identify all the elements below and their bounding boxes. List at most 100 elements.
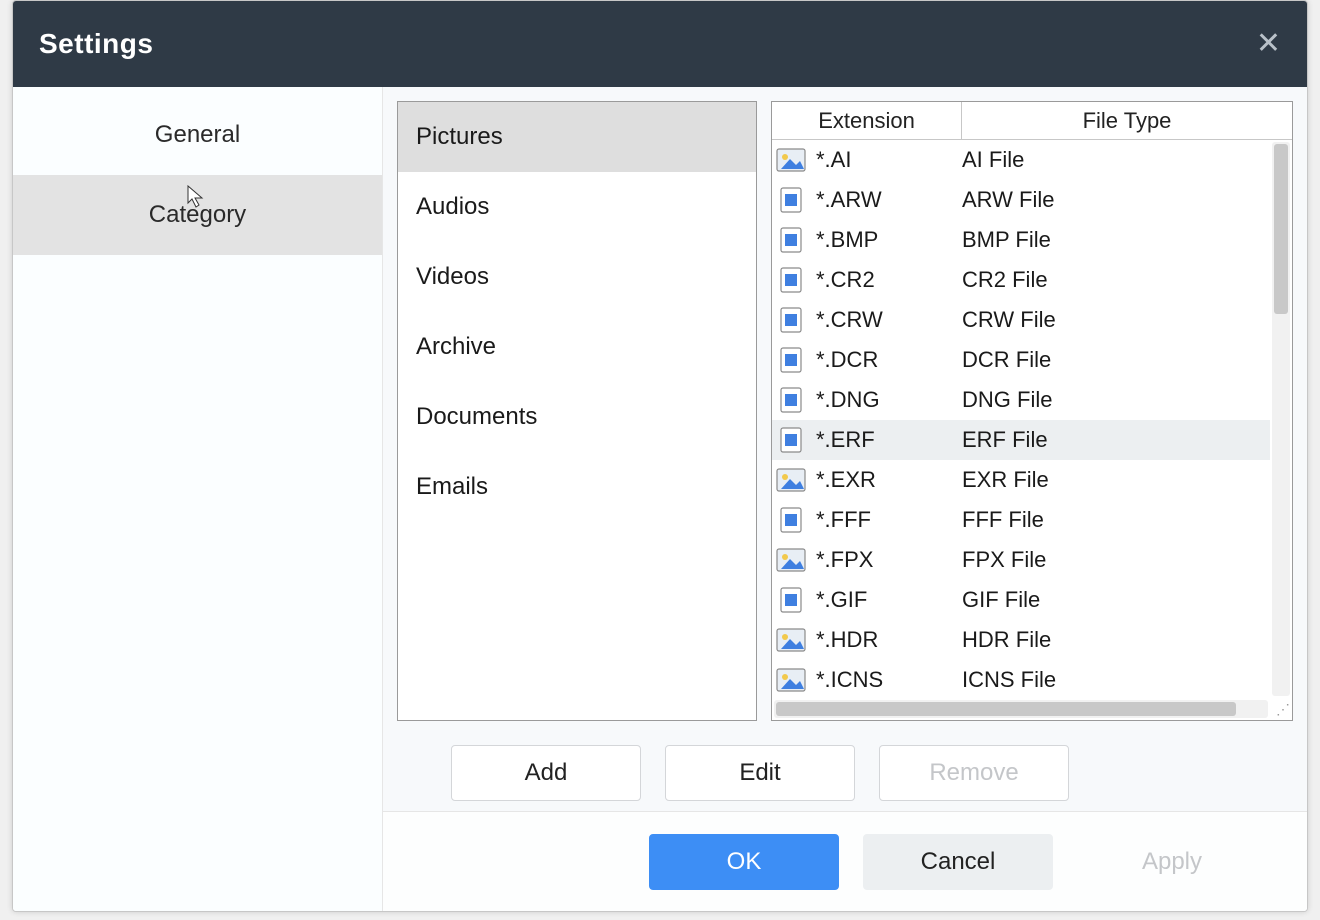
table-row[interactable]: *.FFFFFF File	[772, 500, 1270, 540]
category-item-label: Audios	[416, 193, 489, 221]
apply-button: Apply	[1077, 834, 1267, 890]
header-extension[interactable]: Extension	[772, 102, 962, 139]
extension-cell: *.DNG	[816, 387, 962, 413]
filetype-cell: DCR File	[962, 347, 1270, 373]
table-row[interactable]: *.HDRHDR File	[772, 620, 1270, 660]
filetype-cell: CRW File	[962, 307, 1270, 333]
file-icon	[776, 426, 806, 454]
resize-grip-icon[interactable]: ⋰	[1272, 700, 1290, 718]
table-row[interactable]: *.ARWARW File	[772, 180, 1270, 220]
extension-rows: *.AIAI File*.ARWARW File*.BMPBMP File*.C…	[772, 140, 1270, 698]
file-icon	[776, 266, 806, 294]
category-item[interactable]: Videos	[398, 242, 756, 312]
horizontal-scrollbar[interactable]	[774, 700, 1268, 718]
table-row[interactable]: *.ERFERF File	[772, 420, 1270, 460]
table-row[interactable]: *.GIFGIF File	[772, 580, 1270, 620]
dialog-body: General Category Pictures Audios Videos Arc…	[13, 87, 1307, 911]
sidebar-item-general[interactable]: General	[13, 95, 382, 175]
dialog-title: Settings	[39, 28, 153, 60]
extension-cell: *.FPX	[816, 547, 962, 573]
action-row: Add Edit Remove	[383, 721, 1307, 811]
file-icon	[776, 306, 806, 334]
extension-table-body: *.AIAI File*.ARWARW File*.BMPBMP File*.C…	[772, 140, 1292, 720]
table-row[interactable]: *.BMPBMP File	[772, 220, 1270, 260]
header-filetype[interactable]: File Type	[962, 102, 1292, 139]
extension-cell: *.BMP	[816, 227, 962, 253]
category-item[interactable]: Pictures	[398, 102, 756, 172]
extension-cell: *.CR2	[816, 267, 962, 293]
table-row[interactable]: *.FPXFPX File	[772, 540, 1270, 580]
filetype-cell: ARW File	[962, 187, 1270, 213]
main-panel: Pictures Audios Videos Archive Documents Emai…	[383, 87, 1307, 911]
file-icon	[776, 586, 806, 614]
main-top: Pictures Audios Videos Archive Documents Emai…	[383, 87, 1307, 721]
extension-cell: *.GIF	[816, 587, 962, 613]
extension-cell: *.FFF	[816, 507, 962, 533]
extension-cell: *.DCR	[816, 347, 962, 373]
table-row[interactable]: *.EXREXR File	[772, 460, 1270, 500]
table-row[interactable]: *.DCRDCR File	[772, 340, 1270, 380]
extension-cell: *.HDR	[816, 627, 962, 653]
table-row[interactable]: *.DNGDNG File	[772, 380, 1270, 420]
extension-cell: *.ERF	[816, 427, 962, 453]
remove-button: Remove	[879, 745, 1069, 801]
extension-cell: *.ICNS	[816, 667, 962, 693]
file-icon	[776, 386, 806, 414]
horizontal-scroll-thumb[interactable]	[776, 702, 1236, 716]
filetype-cell: AI File	[962, 147, 1270, 173]
settings-dialog: Settings ✕ General Category Pictures Audi…	[12, 0, 1308, 912]
file-icon	[776, 506, 806, 534]
category-item-label: Archive	[416, 333, 496, 361]
filetype-cell: CR2 File	[962, 267, 1270, 293]
sidebar-item-category[interactable]: Category	[13, 175, 382, 255]
category-item-label: Documents	[416, 403, 537, 431]
sidebar: General Category	[13, 87, 383, 911]
ok-button[interactable]: OK	[649, 834, 839, 890]
filetype-cell: BMP File	[962, 227, 1270, 253]
category-item[interactable]: Audios	[398, 172, 756, 242]
cancel-button[interactable]: Cancel	[863, 834, 1053, 890]
close-icon[interactable]: ✕	[1256, 29, 1281, 59]
filetype-cell: ERF File	[962, 427, 1270, 453]
extension-cell: *.ARW	[816, 187, 962, 213]
extension-table: Extension File Type *.AIAI File*.ARWARW …	[771, 101, 1293, 721]
extension-table-header: Extension File Type	[772, 102, 1292, 140]
vertical-scrollbar[interactable]	[1272, 142, 1290, 696]
filetype-cell: DNG File	[962, 387, 1270, 413]
table-row[interactable]: *.CRWCRW File	[772, 300, 1270, 340]
file-icon	[776, 666, 806, 694]
file-icon	[776, 466, 806, 494]
category-item-label: Emails	[416, 473, 488, 501]
edit-button[interactable]: Edit	[665, 745, 855, 801]
footer: OK Cancel Apply	[383, 811, 1307, 911]
extension-cell: *.AI	[816, 147, 962, 173]
extension-cell: *.EXR	[816, 467, 962, 493]
category-item[interactable]: Documents	[398, 382, 756, 452]
file-icon	[776, 146, 806, 174]
filetype-cell: EXR File	[962, 467, 1270, 493]
table-row[interactable]: *.AIAI File	[772, 140, 1270, 180]
filetype-cell: FFF File	[962, 507, 1270, 533]
titlebar: Settings ✕	[13, 1, 1307, 87]
category-item[interactable]: Emails	[398, 452, 756, 522]
filetype-cell: ICNS File	[962, 667, 1270, 693]
file-icon	[776, 226, 806, 254]
add-button[interactable]: Add	[451, 745, 641, 801]
filetype-cell: FPX File	[962, 547, 1270, 573]
file-icon	[776, 186, 806, 214]
category-item[interactable]: Archive	[398, 312, 756, 382]
table-row[interactable]: *.CR2CR2 File	[772, 260, 1270, 300]
sidebar-item-label: General	[155, 121, 240, 149]
filetype-cell: HDR File	[962, 627, 1270, 653]
table-row[interactable]: *.ICNSICNS File	[772, 660, 1270, 698]
category-list: Pictures Audios Videos Archive Documents Emai…	[397, 101, 757, 721]
file-icon	[776, 626, 806, 654]
vertical-scroll-thumb[interactable]	[1274, 144, 1288, 314]
category-item-label: Pictures	[416, 123, 503, 151]
file-icon	[776, 346, 806, 374]
sidebar-item-label: Category	[149, 201, 246, 229]
category-item-label: Videos	[416, 263, 489, 291]
file-icon	[776, 546, 806, 574]
extension-cell: *.CRW	[816, 307, 962, 333]
filetype-cell: GIF File	[962, 587, 1270, 613]
